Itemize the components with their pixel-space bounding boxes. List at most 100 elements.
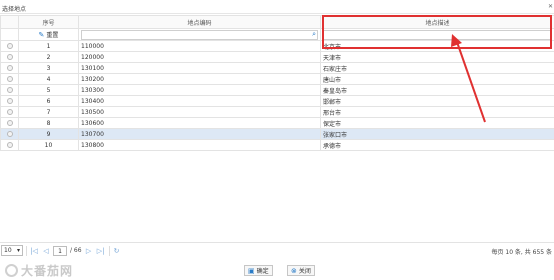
row-select-radio[interactable] [6, 76, 13, 82]
current-page-input[interactable]: 1 [53, 245, 67, 256]
grid-header-row: 序号 地点编码 地点描述 [0, 15, 554, 29]
row-select-radio[interactable] [6, 142, 13, 148]
save-icon: ▣ [248, 266, 255, 275]
row-code: 130400 [78, 95, 321, 107]
search-icon[interactable]: ⌕ [312, 30, 316, 39]
row-code: 130100 [78, 62, 321, 74]
dialog-title: 选择地点 [2, 6, 27, 13]
prev-page-icon[interactable]: ◁ [41, 245, 51, 256]
table-row[interactable]: 4 130200 唐山市 [0, 73, 554, 85]
location-grid: 序号 地点编码 地点描述 ✎ 重置 ⌕ 1 110000 北京市 2 12000… [0, 15, 554, 151]
reset-label: 重置 [46, 32, 59, 39]
row-index: 3 [18, 62, 79, 74]
header-radio-cell [0, 15, 19, 29]
eraser-icon: ✎ [38, 30, 45, 39]
row-name: 邯郸市 [320, 95, 554, 107]
filter-code-cell: ⌕ [78, 28, 321, 41]
pager-separator [108, 245, 110, 256]
row-name: 保定市 [320, 117, 554, 129]
row-code: 130600 [78, 117, 321, 129]
row-code: 130200 [78, 73, 321, 85]
header-name[interactable]: 地点描述 [320, 15, 554, 29]
row-name: 张家口市 [320, 128, 554, 140]
table-row[interactable]: 10 130800 承德市 [0, 139, 554, 151]
row-select-radio[interactable] [6, 131, 13, 137]
first-page-icon[interactable]: |◁ [29, 245, 39, 256]
reset-button[interactable]: ✎ 重置 [21, 30, 76, 40]
table-row[interactable]: 6 130400 邯郸市 [0, 95, 554, 107]
row-name: 邢台市 [320, 106, 554, 118]
name-filter-input[interactable] [323, 29, 552, 40]
row-index: 10 [18, 139, 79, 151]
dialog-footer: 大番茄网 ▣ 确定 ⊗ 关闭 [0, 259, 554, 280]
pagination-bar: 10 ▾ |◁ ◁ 1 / 66 ▷ ▷| ↻ 每页 10 条, 共 655 条 [0, 242, 554, 258]
close-icon[interactable]: ✕ [548, 3, 553, 10]
row-code: 130800 [78, 139, 321, 151]
row-radio-cell [0, 62, 19, 74]
row-select-radio[interactable] [6, 98, 13, 104]
close-circle-icon: ⊗ [291, 266, 297, 275]
row-name: 承德市 [320, 139, 554, 151]
close-label: 关闭 [298, 268, 311, 275]
table-row[interactable]: 1 110000 北京市 [0, 40, 554, 52]
row-name: 秦皇岛市 [320, 84, 554, 96]
table-row[interactable]: 7 130500 邢台市 [0, 106, 554, 118]
chevron-down-icon: ▾ [16, 247, 20, 254]
row-name: 石家庄市 [320, 62, 554, 74]
row-select-radio[interactable] [6, 87, 13, 93]
row-index: 7 [18, 106, 79, 118]
watermark-logo-icon [5, 264, 18, 277]
next-page-icon[interactable]: ▷ [84, 245, 94, 256]
row-code: 130300 [78, 84, 321, 96]
table-row[interactable]: 2 120000 天津市 [0, 51, 554, 63]
last-page-icon[interactable]: ▷| [96, 245, 106, 256]
table-row[interactable]: 5 130300 秦皇岛市 [0, 84, 554, 96]
page-size-select[interactable]: 10 ▾ [1, 245, 23, 256]
confirm-label: 确定 [256, 268, 269, 275]
row-code: 130700 [78, 128, 321, 140]
total-pages: / 66 [70, 247, 82, 254]
header-index[interactable]: 序号 [18, 15, 79, 29]
page-size-value: 10 [4, 247, 12, 254]
filter-radio-cell [0, 28, 19, 41]
refresh-icon[interactable]: ↻ [112, 245, 122, 256]
row-index: 1 [18, 40, 79, 52]
row-index: 9 [18, 128, 79, 140]
row-radio-cell [0, 139, 19, 151]
row-code: 130500 [78, 106, 321, 118]
dialog-titlebar: 选择地点 ✕ [0, 0, 554, 14]
row-index: 2 [18, 51, 79, 63]
watermark-text: 大番茄网 [21, 264, 74, 278]
row-index: 8 [18, 117, 79, 129]
select-location-dialog: 选择地点 ✕ 序号 地点编码 地点描述 ✎ 重置 ⌕ 1 110000 北京市 … [0, 0, 554, 280]
row-radio-cell [0, 95, 19, 107]
row-radio-cell [0, 40, 19, 52]
row-radio-cell [0, 117, 19, 129]
row-code: 110000 [78, 40, 321, 52]
row-radio-cell [0, 73, 19, 85]
confirm-button[interactable]: ▣ 确定 [244, 265, 273, 276]
row-radio-cell [0, 51, 19, 63]
header-code[interactable]: 地点编码 [78, 15, 321, 29]
row-index: 5 [18, 84, 79, 96]
table-row[interactable]: 9 130700 张家口市 [0, 128, 554, 140]
row-index: 6 [18, 95, 79, 107]
table-row[interactable]: 8 130600 保定市 [0, 117, 554, 129]
row-select-radio[interactable] [6, 109, 13, 115]
row-select-radio[interactable] [6, 120, 13, 126]
row-select-radio[interactable] [6, 43, 13, 49]
row-radio-cell [0, 84, 19, 96]
row-name: 北京市 [320, 40, 554, 52]
row-code: 120000 [78, 51, 321, 63]
filter-reset-cell: ✎ 重置 [18, 28, 79, 41]
code-filter-input[interactable]: ⌕ [81, 29, 318, 40]
row-radio-cell [0, 106, 19, 118]
close-button[interactable]: ⊗ 关闭 [287, 265, 315, 276]
pager-separator [26, 245, 27, 256]
table-row[interactable]: 3 130100 石家庄市 [0, 62, 554, 74]
row-name: 唐山市 [320, 73, 554, 85]
row-radio-cell [0, 128, 19, 140]
row-select-radio[interactable] [6, 54, 13, 60]
row-select-radio[interactable] [6, 65, 13, 71]
row-name: 天津市 [320, 51, 554, 63]
